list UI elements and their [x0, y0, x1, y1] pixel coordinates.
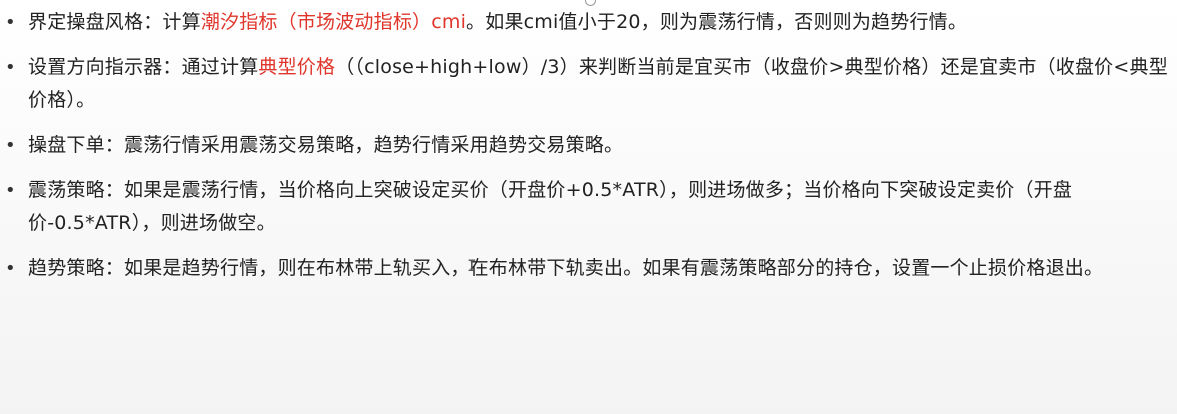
bullet-dot-icon: •: [5, 12, 16, 33]
highlight-text: 潮汐指标（市场波动指标）cmi: [200, 11, 467, 33]
bullet-list: • 界定操盘风格：计算潮汐指标（市场波动指标）cmi。如果cmi值小于20，则为…: [0, 6, 1177, 297]
text-segment: 。如果cmi值小于20，则为震荡行情，否则则为趋势行情。: [466, 11, 968, 33]
text-segment: 震荡策略：如果是震荡行情，当价格向上突破设定买价（开盘价+0.5*ATR），则进…: [28, 179, 1073, 234]
bullet-dot-icon: •: [5, 180, 16, 201]
bullet-dot-icon: •: [5, 57, 16, 78]
text-segment: 界定操盘风格：计算: [28, 11, 201, 33]
bullet-item-direction: • 设置方向指示器：通过计算典型价格（（close+high+low）/3）来判…: [0, 51, 1177, 117]
text-segment: 趋势策略：如果是趋势行情，则在布林带上轨买入，在布林带下轨卖出。如果有震荡策略部…: [28, 257, 1104, 279]
text-segment: 操盘下单：震荡行情采用震荡交易策略，趋势行情采用趋势交易策略。: [28, 134, 624, 156]
bullet-item-range-strategy: • 震荡策略：如果是震荡行情，当价格向上突破设定买价（开盘价+0.5*ATR），…: [0, 174, 1177, 240]
slide: • 界定操盘风格：计算潮汐指标（市场波动指标）cmi。如果cmi值小于20，则为…: [0, 0, 1177, 414]
bullet-item-style: • 界定操盘风格：计算潮汐指标（市场波动指标）cmi。如果cmi值小于20，则为…: [0, 6, 1177, 39]
text-segment: 设置方向指示器：通过计算: [28, 56, 259, 78]
bullet-text: 操盘下单：震荡行情采用震荡交易策略，趋势行情采用趋势交易策略。: [28, 129, 1169, 162]
bullet-text: 趋势策略：如果是趋势行情，则在布林带上轨买入，在布林带下轨卖出。如果有震荡策略部…: [28, 252, 1169, 285]
bullet-item-trend-strategy: • 趋势策略：如果是趋势行情，则在布林带上轨买入，在布林带下轨卖出。如果有震荡策…: [0, 252, 1177, 285]
bullet-item-orders: • 操盘下单：震荡行情采用震荡交易策略，趋势行情采用趋势交易策略。: [0, 129, 1177, 162]
bullet-dot-icon: •: [5, 258, 16, 279]
bullet-dot-icon: •: [5, 135, 16, 156]
bullet-text: 界定操盘风格：计算潮汐指标（市场波动指标）cmi。如果cmi值小于20，则为震荡…: [28, 6, 1169, 39]
text-cursor-icon: I: [467, 256, 477, 275]
bullet-text: 震荡策略：如果是震荡行情，当价格向上突破设定买价（开盘价+0.5*ATR），则进…: [28, 174, 1169, 240]
bullet-text: 设置方向指示器：通过计算典型价格（（close+high+low）/3）来判断当…: [28, 51, 1169, 117]
highlight-text: 典型价格: [258, 56, 336, 78]
